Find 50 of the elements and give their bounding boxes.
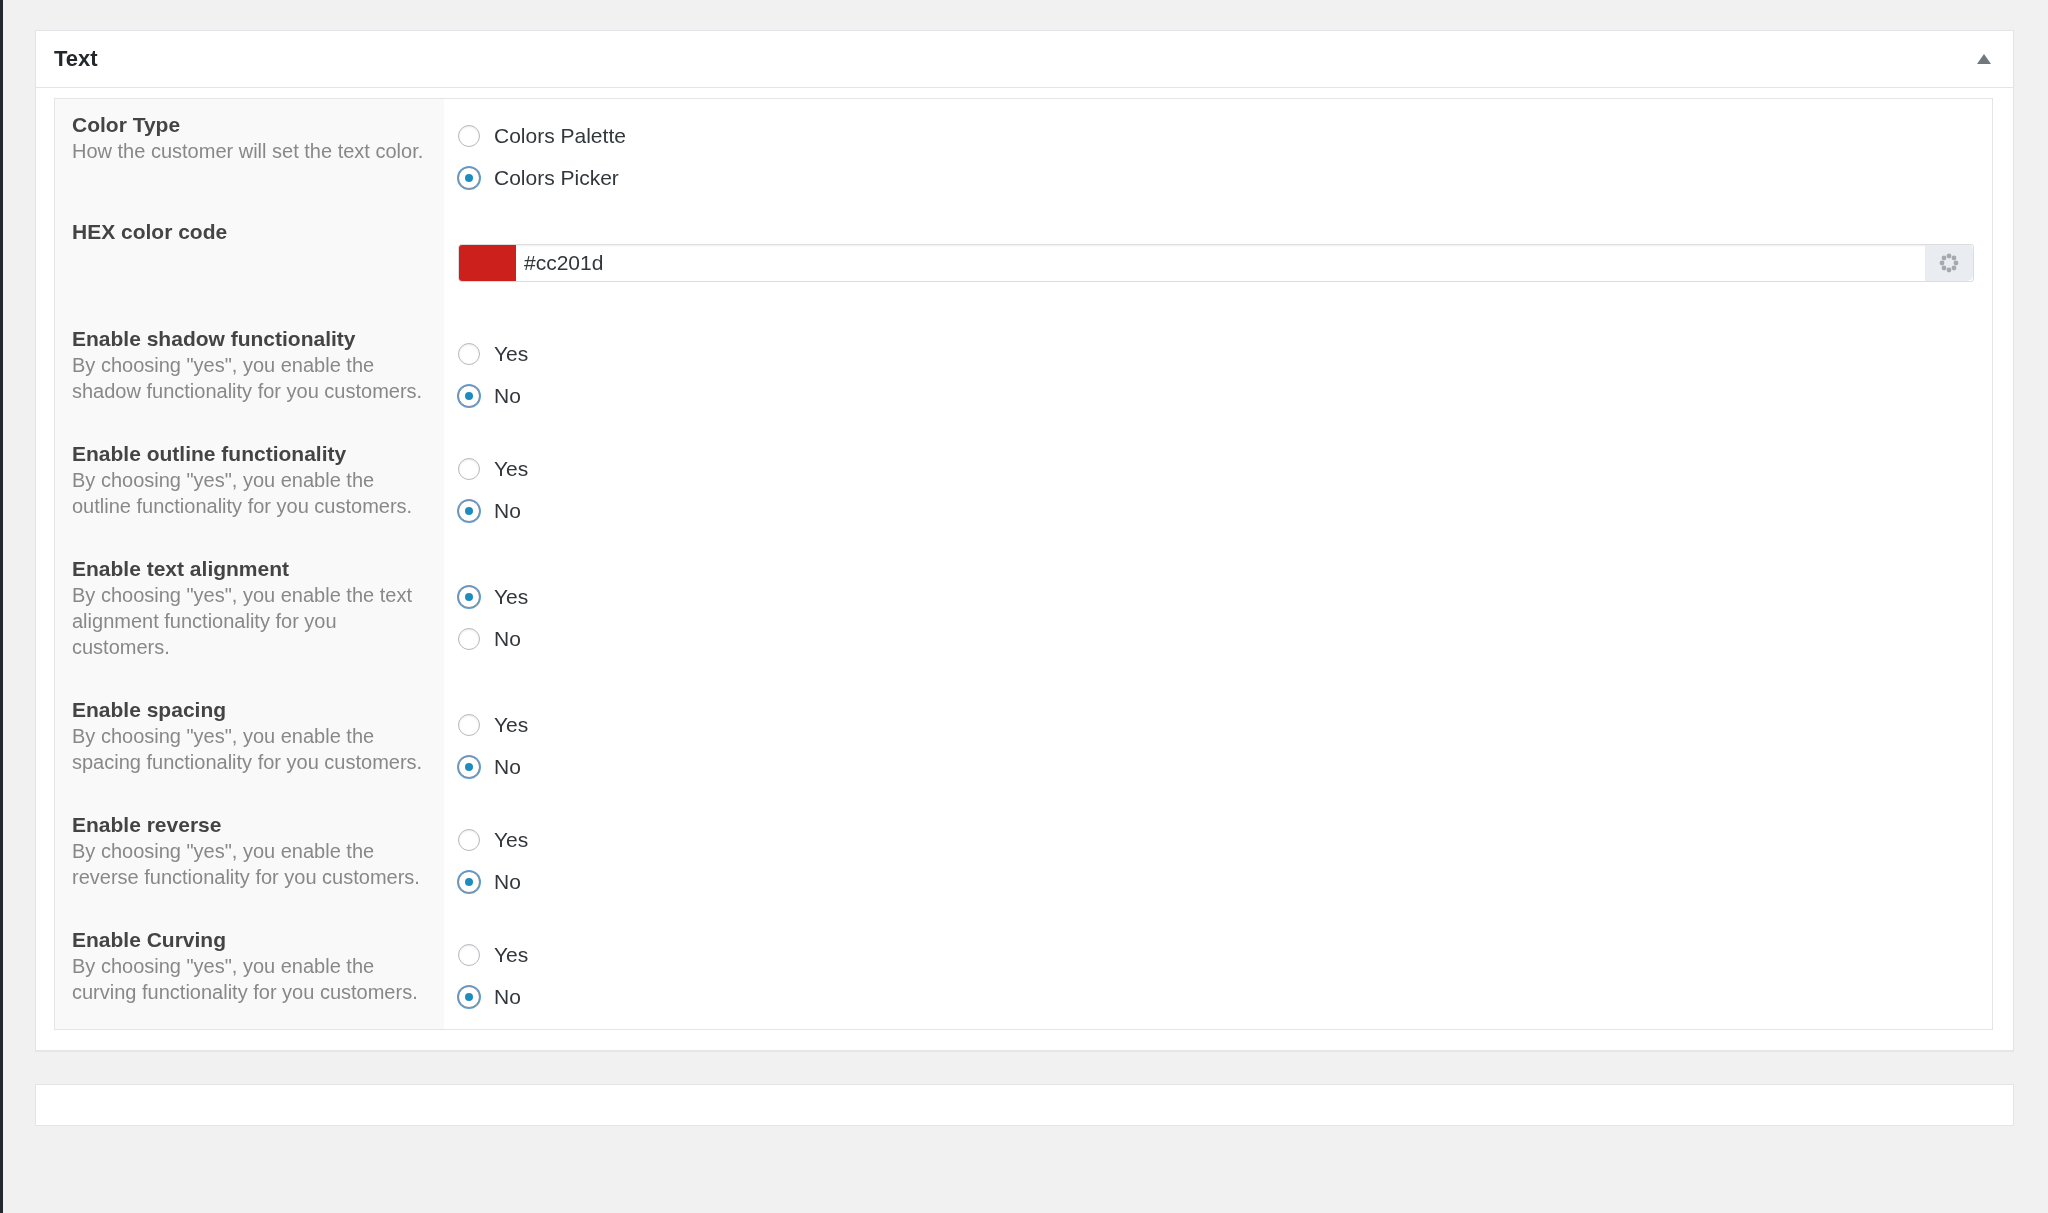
radio-option[interactable]: Colors Picker <box>458 156 626 199</box>
field-description: By choosing "yes", you enable the outline functionality for you customers. <box>72 468 414 519</box>
field-label: Enable Curving <box>72 927 228 953</box>
radio-option[interactable]: No <box>458 374 529 417</box>
field-description: By choosing "yes", you enable the text alignment functionality for you customers. <box>72 583 413 660</box>
field-description: By choosing "yes", you enable the curving functionality for you customers. <box>72 954 419 1005</box>
radio-button[interactable] <box>458 627 480 650</box>
field-description: By choosing "yes", you enable the spacing functionality for you customers. <box>72 724 424 775</box>
field-label: Enable shadow functionality <box>72 326 357 352</box>
radio-button[interactable] <box>458 342 480 365</box>
radio-button[interactable] <box>458 166 480 189</box>
radio-option[interactable]: Yes <box>458 332 529 375</box>
field-label: Enable outline functionality <box>72 441 348 467</box>
panel-title: Text <box>54 46 98 72</box>
radio-button[interactable] <box>458 713 480 736</box>
radio-option[interactable]: No <box>458 617 529 660</box>
radio-button[interactable] <box>458 985 480 1008</box>
color-swatch[interactable] <box>459 244 516 281</box>
radio-button[interactable] <box>458 755 480 778</box>
radio-option[interactable]: Yes <box>458 447 529 490</box>
radio-button[interactable] <box>458 384 480 407</box>
radio-option[interactable]: Yes <box>458 703 529 746</box>
field-label: Color Type <box>72 112 182 138</box>
field-label: Enable spacing <box>72 697 228 723</box>
radio-button[interactable] <box>458 943 480 966</box>
radio-option[interactable]: No <box>458 745 529 788</box>
radio-button[interactable] <box>458 828 480 851</box>
field-description: By choosing "yes", you enable the reverse functionality for you customers. <box>72 839 421 890</box>
collapse-toggle[interactable] <box>1975 52 1993 66</box>
color-picker-button[interactable] <box>1925 244 1973 281</box>
spinner-icon <box>1939 252 1959 273</box>
field-description: How the customer will set the text color. <box>72 139 425 164</box>
field-description: By choosing "yes", you enable the shadow functionality for you customers. <box>72 353 424 404</box>
radio-button[interactable] <box>458 499 480 522</box>
field-label: Enable text alignment <box>72 556 291 582</box>
radio-option[interactable]: No <box>458 860 529 903</box>
radio-option[interactable]: Colors Palette <box>458 114 626 157</box>
radio-button[interactable] <box>458 457 480 480</box>
radio-option[interactable]: Yes <box>458 575 529 618</box>
radio-option[interactable]: No <box>458 975 529 1018</box>
color-field[interactable]: #cc201d <box>458 243 1974 282</box>
hex-value: #cc201d <box>523 249 605 276</box>
radio-button[interactable] <box>458 124 480 147</box>
field-label: HEX color code <box>72 219 229 245</box>
field-label: Enable reverse <box>72 812 223 838</box>
radio-option[interactable]: No <box>458 489 529 532</box>
radio-option[interactable]: Yes <box>458 818 529 861</box>
radio-option[interactable]: Yes <box>458 933 529 976</box>
radio-button[interactable] <box>458 870 480 893</box>
radio-button[interactable] <box>458 585 480 608</box>
